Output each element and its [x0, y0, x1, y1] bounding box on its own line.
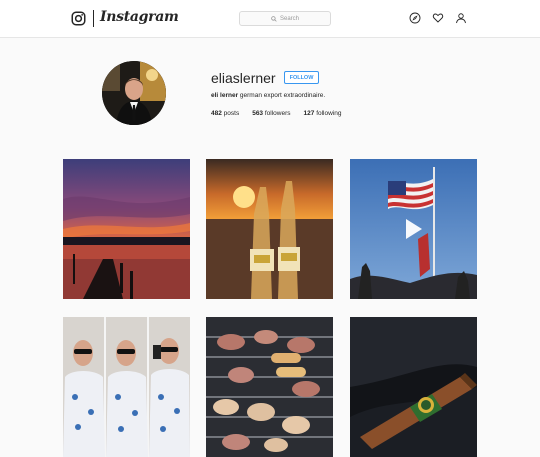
top-navigation-bar: Instagram Search	[0, 0, 540, 38]
logo-divider	[93, 10, 94, 27]
posts-stat: 482 posts	[211, 110, 239, 117]
instagram-wordmark[interactable]: Instagram	[100, 9, 179, 25]
follow-button[interactable]: FOLLOW	[284, 71, 319, 84]
post-flag-video[interactable]	[350, 159, 477, 299]
explore-compass-icon[interactable]	[409, 12, 421, 24]
posts-label: posts	[221, 110, 240, 117]
post-cigar[interactable]	[350, 317, 477, 457]
posts-count: 482	[211, 110, 222, 117]
following-stat[interactable]: 127 following	[304, 110, 342, 117]
profile-avatar[interactable]	[102, 61, 166, 125]
followers-label: followers	[263, 110, 291, 117]
activity-heart-icon[interactable]	[432, 12, 444, 24]
profile-stats: 482 posts 563 followers 127 following	[211, 110, 355, 117]
search-placeholder: Search	[279, 15, 299, 22]
profile-bio-text: german export extraordinaire.	[238, 92, 326, 99]
post-corona-beach[interactable]	[206, 159, 333, 299]
search-icon	[271, 15, 277, 22]
followers-stat[interactable]: 563 followers	[252, 110, 290, 117]
profile-person-icon[interactable]	[455, 12, 467, 24]
post-sunset-dock[interactable]	[63, 159, 190, 299]
instagram-logo-icon[interactable]	[71, 11, 86, 26]
profile-full-name: eli lerner	[211, 92, 239, 99]
search-input[interactable]: Search	[239, 11, 331, 26]
followers-count: 563	[252, 110, 264, 117]
profile-bio: eli lerner german export extraordinaire.	[211, 92, 325, 99]
post-selfie-mirror[interactable]	[63, 317, 190, 457]
following-label: following	[314, 110, 342, 117]
profile-username: eliaslerner	[211, 70, 276, 86]
post-grill[interactable]	[206, 317, 333, 457]
following-count: 127	[303, 110, 315, 117]
